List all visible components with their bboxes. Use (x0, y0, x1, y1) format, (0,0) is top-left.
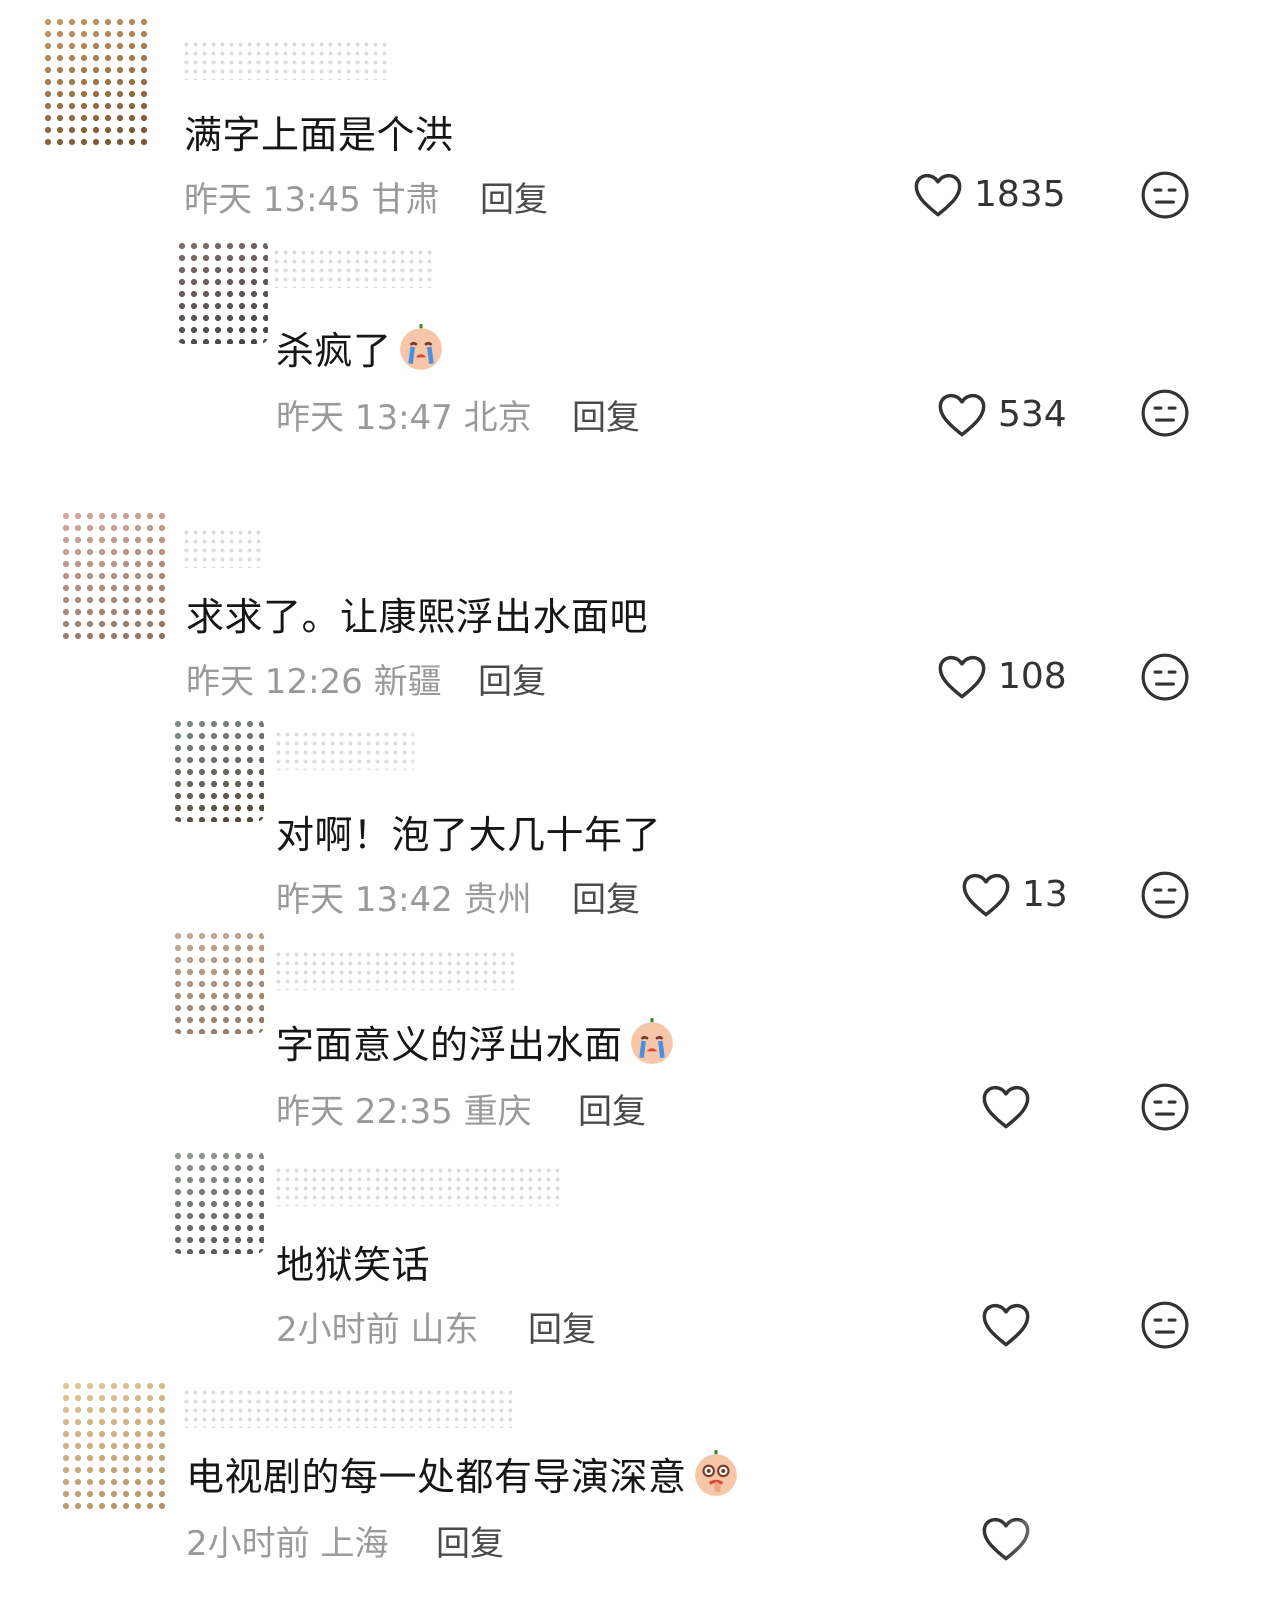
avatar[interactable] (172, 718, 264, 822)
thinking-face-icon (694, 1450, 737, 1496)
nickname-blurred[interactable] (182, 40, 392, 80)
like-count: 1835 (974, 173, 1066, 215)
avatar[interactable] (42, 16, 152, 146)
heart-outline-icon (914, 173, 962, 217)
bottom-fade (1000, 1520, 1280, 1624)
comment-text: 满字上面是个洪 (184, 113, 454, 157)
comment-meta: 昨天 13:42 贵州 (276, 880, 532, 920)
neutral-face-icon[interactable] (1140, 1300, 1190, 1350)
reply-button[interactable]: 回复 (578, 1084, 646, 1133)
nickname-blurred[interactable] (272, 248, 432, 288)
comment-text: 杀疯了 (276, 320, 446, 375)
nickname-blurred[interactable] (182, 1388, 512, 1428)
heart-outline-icon (982, 1085, 1030, 1129)
crying-face-icon (399, 324, 442, 370)
neutral-face-icon[interactable] (1140, 170, 1190, 220)
nickname-blurred[interactable] (182, 528, 262, 568)
like-button[interactable]: 534 (936, 388, 1067, 440)
avatar[interactable] (172, 1150, 264, 1254)
comment-meta: 昨天 13:45 甘肃 (184, 180, 440, 220)
neutral-face-icon[interactable] (1140, 652, 1190, 702)
reply-button[interactable]: 回复 (480, 172, 548, 221)
nickname-blurred[interactable] (274, 730, 414, 770)
like-count: 13 (1022, 873, 1068, 915)
neutral-face-icon[interactable] (1140, 870, 1190, 920)
nickname-blurred[interactable] (274, 950, 514, 990)
like-count: 108 (998, 655, 1067, 697)
crying-face-icon (630, 1018, 673, 1064)
neutral-face-icon[interactable] (1140, 1082, 1190, 1132)
reply-button[interactable]: 回复 (436, 1516, 504, 1565)
reply-button[interactable]: 回复 (572, 390, 640, 439)
like-count: 534 (998, 393, 1067, 435)
comment-meta: 昨天 12:26 新疆 (186, 662, 442, 702)
avatar[interactable] (60, 1380, 170, 1510)
heart-outline-icon (938, 655, 986, 699)
neutral-face-icon[interactable] (1140, 388, 1190, 438)
comment-meta: 昨天 13:47 北京 (276, 398, 532, 438)
comment-text: 对啊！泡了大几十年了 (276, 813, 662, 857)
reply-button[interactable]: 回复 (528, 1302, 596, 1351)
comment-meta: 2小时前 山东 (276, 1310, 479, 1350)
comment-text: 求求了。让康熙浮出水面吧 (186, 595, 649, 639)
reply-button[interactable]: 回复 (478, 654, 546, 703)
like-button[interactable]: 13 (960, 868, 1068, 920)
like-button[interactable]: 108 (936, 650, 1067, 702)
nickname-blurred[interactable] (274, 1166, 560, 1206)
avatar[interactable] (176, 240, 268, 344)
like-button[interactable] (980, 1080, 1042, 1132)
heart-outline-icon (982, 1303, 1030, 1347)
like-button[interactable]: 1835 (912, 168, 1066, 220)
heart-outline-icon (938, 393, 986, 437)
avatar[interactable] (172, 930, 264, 1034)
comment-text: 字面意义的浮出水面 (276, 1014, 677, 1069)
heart-outline-icon (962, 873, 1010, 917)
comment-meta: 昨天 22:35 重庆 (276, 1092, 532, 1132)
comment-meta: 2小时前 上海 (186, 1524, 389, 1564)
reply-button[interactable]: 回复 (572, 872, 640, 921)
comment-text: 地狱笑话 (276, 1243, 431, 1287)
avatar[interactable] (60, 510, 170, 640)
like-button[interactable] (980, 1298, 1042, 1350)
comment-text: 电视剧的每一处都有导演深意 (186, 1446, 741, 1501)
